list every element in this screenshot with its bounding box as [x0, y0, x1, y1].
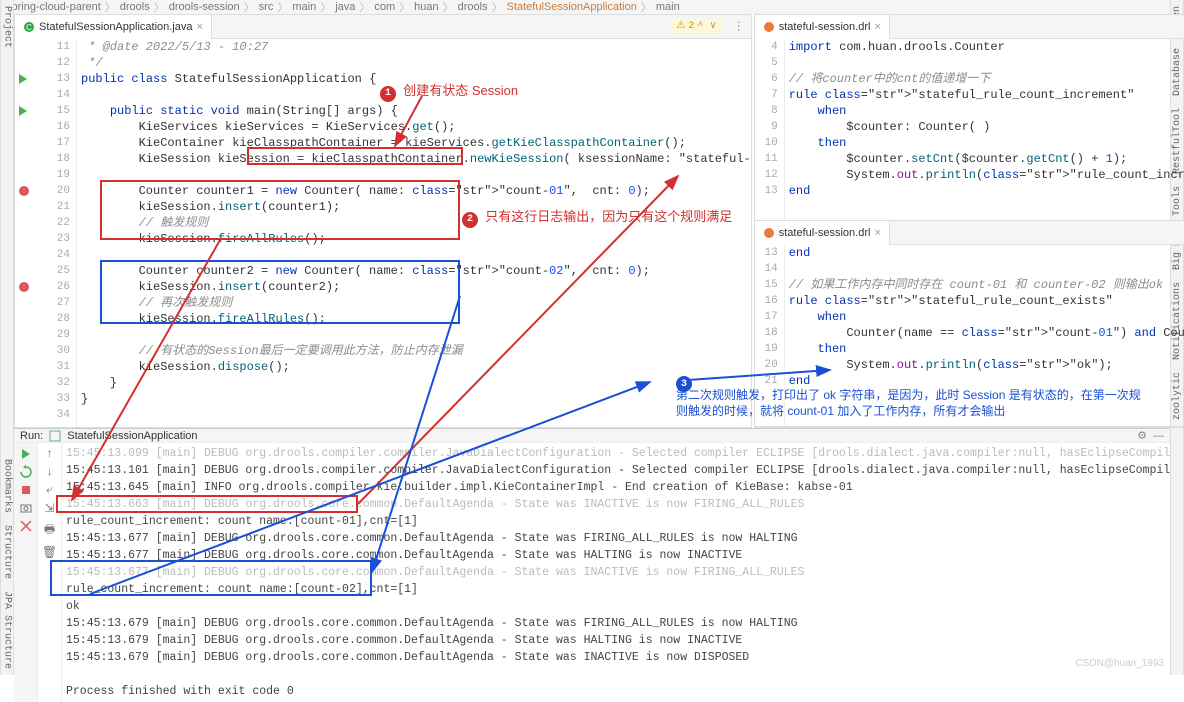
drl-top-editor: stateful-session.drl × ⋮ 45678910111213 …	[755, 15, 1184, 221]
scroll-icon[interactable]: ⇲	[44, 501, 54, 516]
run-subtoolbar: ↑ ↓ ⤶ ⇲ 🖶 🗑	[38, 443, 62, 702]
drl-editor-pane: stateful-session.drl × ⋮ 45678910111213 …	[754, 14, 1184, 428]
java-class-icon: C	[23, 21, 35, 33]
drl-bottom-tab-bar: stateful-session.drl × ⋮	[755, 221, 1184, 245]
editor-split: C StatefulSessionApplication.java × ⚠ 2 …	[14, 14, 1170, 428]
down-icon[interactable]: ↓	[46, 465, 53, 479]
run-panel: Run: StatefulSessionApplication ⚙ — ↑ ↓ …	[14, 428, 1170, 675]
java-gutter[interactable]: 1112131415161718192021222324252627282930…	[33, 39, 77, 427]
tab-menu-icon[interactable]: ⋮	[733, 19, 745, 34]
drl-top-code-area[interactable]: 45678910111213 import com.huan.drools.Co…	[755, 39, 1184, 220]
close-icon[interactable]: ×	[196, 21, 202, 33]
wrap-icon[interactable]: ⤶	[46, 483, 53, 497]
run-config-name[interactable]: StatefulSessionApplication	[67, 430, 197, 442]
svg-text:C: C	[26, 23, 32, 32]
java-tab[interactable]: C StatefulSessionApplication.java ×	[15, 15, 212, 39]
java-tab-label: StatefulSessionApplication.java	[39, 21, 192, 33]
run-header: Run: StatefulSessionApplication ⚙ —	[14, 429, 1170, 443]
relaunch-icon[interactable]	[19, 465, 33, 479]
warnings-badge[interactable]: ⚠ 2 ^ ∨	[672, 19, 720, 33]
drl-bottom-code[interactable]: end// 如果工作内存中同时存在 count-01 和 counter-02 …	[785, 245, 1184, 426]
drl-top-tab-label: stateful-session.drl	[779, 21, 871, 33]
drl-top-gutter[interactable]: 45678910111213	[755, 39, 785, 220]
drl-top-tab-bar: stateful-session.drl × ⋮	[755, 15, 1184, 39]
stripe-bookmarks[interactable]: Bookmarks	[2, 453, 13, 519]
java-code[interactable]: * @date 2022/5/13 - 10:27 */public class…	[77, 39, 751, 427]
drl-bottom-editor: stateful-session.drl × ⋮ 131415161718192…	[755, 221, 1184, 427]
close-icon[interactable]: ×	[874, 227, 880, 239]
java-code-area[interactable]: 1112131415161718192021222324252627282930…	[15, 39, 751, 427]
console-output[interactable]: 15:45:13.099 [main] DEBUG org.drools.com…	[62, 443, 1170, 702]
drl-top-tab[interactable]: stateful-session.drl ×	[755, 15, 890, 39]
exit-icon[interactable]	[19, 519, 33, 533]
stripe-jpa[interactable]: JPA Structure	[2, 585, 13, 675]
run-toolbar	[14, 443, 38, 702]
java-editor-pane: C StatefulSessionApplication.java × ⚠ 2 …	[14, 14, 752, 428]
drl-bottom-tab[interactable]: stateful-session.drl ×	[755, 221, 890, 245]
run-body: ↑ ↓ ⤶ ⇲ 🖶 🗑 15:45:13.099 [main] DEBUG or…	[14, 443, 1170, 702]
hide-icon[interactable]: —	[1153, 430, 1164, 442]
drl-top-code[interactable]: import com.huan.drools.Counter// 将counte…	[785, 39, 1184, 220]
breadcrumb[interactable]: spring-cloud-parent〉drools〉drools-sessio…	[0, 0, 1184, 14]
drools-icon	[763, 227, 775, 239]
stripe-project[interactable]: Project	[2, 0, 13, 54]
up-icon[interactable]: ↑	[46, 447, 53, 461]
left-tool-stripe: Project Bookmarks Structure JPA Structur…	[0, 0, 14, 675]
run-title: Run:	[20, 430, 43, 442]
drools-icon	[763, 21, 775, 33]
stripe-structure[interactable]: Structure	[2, 519, 13, 585]
drl-bottom-code-area[interactable]: 131415161718192021 end// 如果工作内存中同时存在 cou…	[755, 245, 1184, 426]
rerun-icon[interactable]	[19, 447, 33, 461]
gear-icon[interactable]: ⚙	[1137, 429, 1147, 442]
drl-bottom-tab-label: stateful-session.drl	[779, 227, 871, 239]
java-tab-bar: C StatefulSessionApplication.java × ⚠ 2 …	[15, 15, 751, 39]
print-icon[interactable]: 🖶	[44, 520, 55, 541]
camera-icon[interactable]	[19, 501, 33, 515]
run-config-icon	[49, 430, 61, 442]
drl-bottom-gutter[interactable]: 131415161718192021	[755, 245, 785, 426]
stop-icon[interactable]	[19, 483, 33, 497]
trash-icon[interactable]: 🗑	[42, 545, 57, 560]
close-icon[interactable]: ×	[874, 21, 880, 33]
